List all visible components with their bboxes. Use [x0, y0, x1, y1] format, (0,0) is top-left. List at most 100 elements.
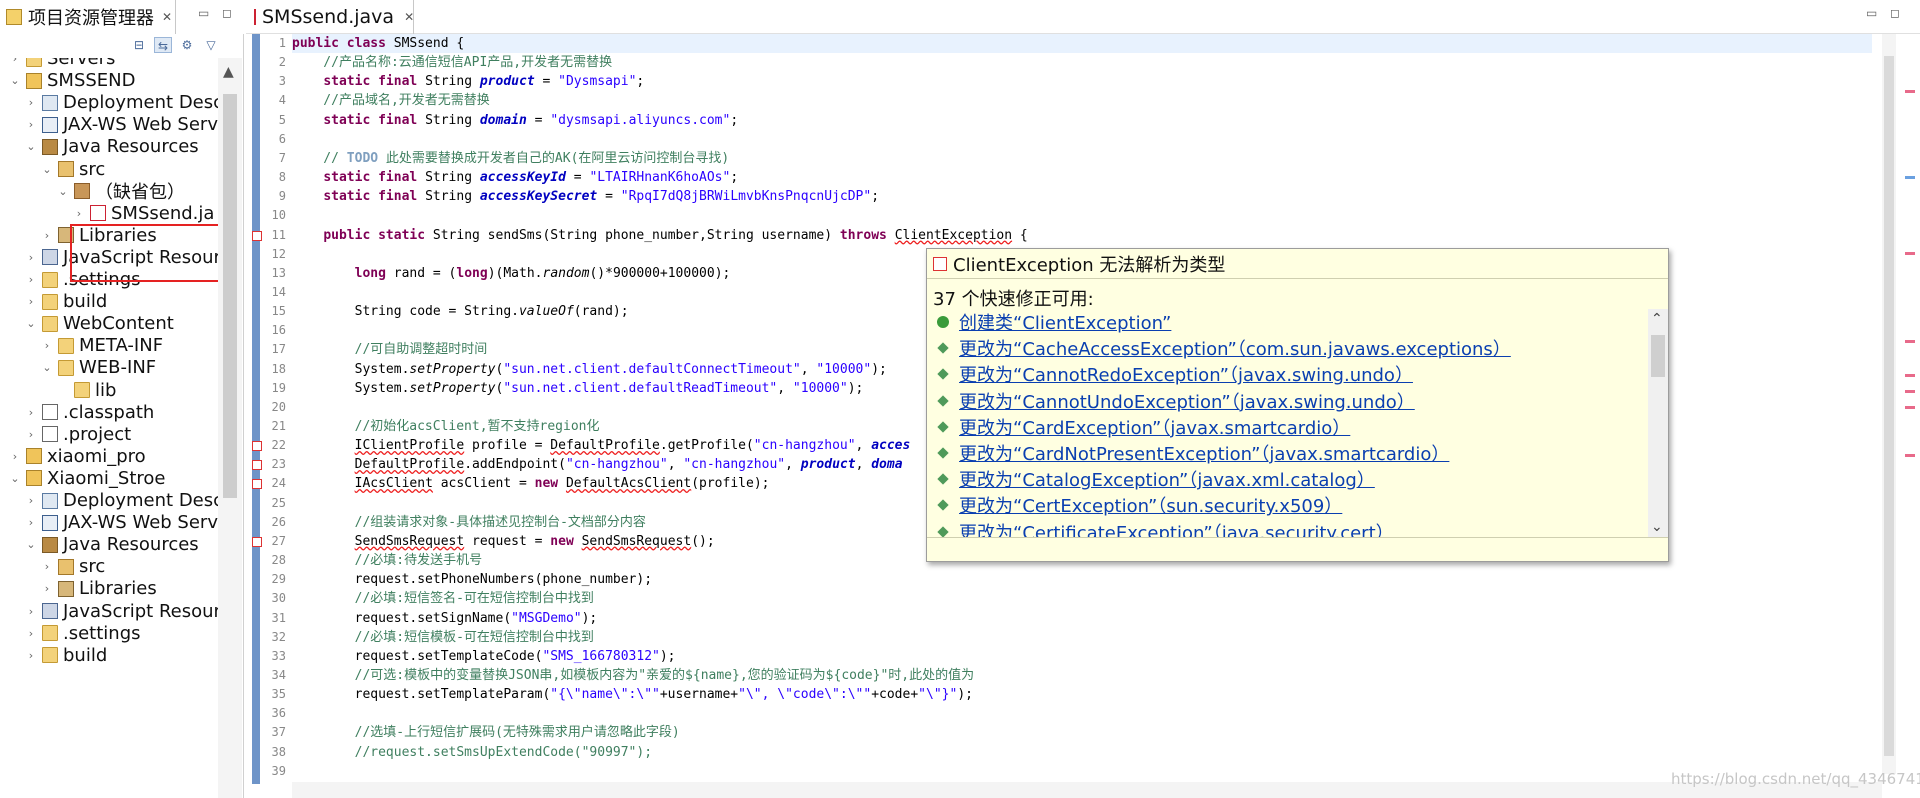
- chevron-down-icon[interactable]: ⌄: [40, 163, 54, 176]
- chevron-right-icon[interactable]: ›: [24, 295, 38, 308]
- code-line[interactable]: static final String accessKeyId = "LTAIR…: [292, 168, 738, 187]
- editor-vertical-scrollbar[interactable]: [1882, 34, 1896, 774]
- chevron-down-icon[interactable]: ⌄: [24, 317, 38, 330]
- filter-icon[interactable]: ⚙: [178, 37, 196, 53]
- chevron-right-icon[interactable]: ›: [8, 58, 22, 65]
- code-line[interactable]: //产品域名,开发者无需替换: [292, 91, 490, 110]
- chevron-right-icon[interactable]: ›: [24, 428, 38, 441]
- code-line[interactable]: SendSmsRequest request = new SendSmsRequ…: [292, 532, 715, 551]
- error-marker-icon[interactable]: [252, 230, 262, 241]
- quick-fix-link[interactable]: 更改为“CannotRedoException”（javax.swing.und…: [959, 361, 1413, 387]
- chevron-down-icon[interactable]: ⌄: [24, 538, 38, 551]
- quick-fix-link[interactable]: 更改为“CertException”（sun.security.x509）: [959, 492, 1342, 518]
- chevron-right-icon[interactable]: ›: [40, 560, 54, 573]
- tree-item[interactable]: › build: [24, 642, 107, 669]
- overview-marker[interactable]: [1905, 176, 1915, 179]
- close-icon[interactable]: ✕: [162, 10, 172, 24]
- explorer-scrollbar[interactable]: ▲: [218, 58, 242, 798]
- code-line[interactable]: IAcsClient acsClient = new DefaultAcsCli…: [292, 474, 770, 493]
- code-line[interactable]: //必填:待发送手机号: [292, 551, 482, 570]
- code-line[interactable]: System.setProperty("sun.net.client.defau…: [292, 360, 887, 379]
- code-line[interactable]: // TODO 此处需要替换成开发者自己的AK(在阿里云访问控制台寻找): [292, 149, 729, 168]
- code-line[interactable]: //初始化acsClient,暂不支持region化: [292, 417, 600, 436]
- code-line[interactable]: System.setProperty("sun.net.client.defau…: [292, 379, 864, 398]
- quick-fix-item[interactable]: 创建类“ClientException”: [937, 309, 1171, 335]
- code-line[interactable]: //选填-上行短信扩展码(无特殊需求用户请忽略此字段): [292, 723, 680, 742]
- overview-ruler[interactable]: [1902, 34, 1918, 774]
- overview-marker[interactable]: [1905, 90, 1915, 93]
- error-marker-icon[interactable]: [252, 441, 262, 452]
- quick-fix-link[interactable]: 更改为“CannotUndoException”（javax.swing.und…: [959, 388, 1415, 414]
- scrollbar-thumb[interactable]: [1884, 56, 1894, 756]
- quick-fix-item[interactable]: 更改为“CardNotPresentException”（javax.smart…: [937, 440, 1449, 466]
- tab-project-explorer[interactable]: 项目资源管理器 ✕: [0, 0, 176, 34]
- chevron-right-icon[interactable]: ›: [24, 96, 38, 109]
- code-line[interactable]: static final String domain = "dysmsapi.a…: [292, 111, 738, 130]
- code-line[interactable]: //产品名称:云通信短信API产品,开发者无需替换: [292, 53, 612, 72]
- chevron-right-icon[interactable]: ›: [40, 339, 54, 352]
- code-line[interactable]: request.setTemplateCode("SMS_166780312")…: [292, 647, 676, 666]
- code-line[interactable]: static final String accessKeySecret = "R…: [292, 187, 879, 206]
- error-marker-icon[interactable]: [252, 536, 262, 547]
- scrollbar-thumb[interactable]: [1651, 335, 1665, 377]
- code-line[interactable]: //必填:短信签名-可在短信控制台中找到: [292, 589, 594, 608]
- error-marker-icon[interactable]: [252, 460, 262, 471]
- chevron-right-icon[interactable]: ›: [8, 450, 22, 463]
- view-menu-icon[interactable]: ▽: [202, 37, 220, 53]
- scroll-up-icon[interactable]: ▲: [223, 64, 234, 80]
- maximize-icon[interactable]: ◻: [1890, 6, 1900, 20]
- editor-horizontal-scrollbar[interactable]: [292, 782, 1882, 798]
- minimize-icon[interactable]: ▭: [198, 6, 209, 20]
- chevron-right-icon[interactable]: ›: [24, 627, 38, 640]
- code-line[interactable]: request.setTemplateParam("{\"name\":\""+…: [292, 685, 973, 704]
- chevron-down-icon[interactable]: ⌄: [24, 140, 38, 153]
- code-line[interactable]: IClientProfile profile = DefaultProfile.…: [292, 436, 911, 455]
- quick-fix-item[interactable]: 更改为“CannotRedoException”（javax.swing.und…: [937, 361, 1413, 387]
- close-icon[interactable]: ✕: [404, 10, 414, 24]
- code-line[interactable]: //可选:模板中的变量替换JSON串,如模板内容为"亲爱的${name},您的验…: [292, 666, 975, 685]
- chevron-right-icon[interactable]: ›: [24, 406, 38, 419]
- error-marker-icon[interactable]: [252, 479, 262, 490]
- quick-fix-item[interactable]: 更改为“CertException”（sun.security.x509）: [937, 492, 1342, 518]
- tab-smssend-java[interactable]: SMSsend.java ✕: [246, 0, 414, 34]
- chevron-right-icon[interactable]: ›: [24, 649, 38, 662]
- chevron-up-icon[interactable]: ⌃: [1651, 311, 1663, 327]
- code-line[interactable]: String code = String.valueOf(rand);: [292, 302, 629, 321]
- code-line[interactable]: DefaultProfile.addEndpoint("cn-hangzhou"…: [292, 455, 903, 474]
- overview-marker[interactable]: [1905, 390, 1915, 393]
- code-line[interactable]: request.setPhoneNumbers(phone_number);: [292, 570, 652, 589]
- quick-fix-scrollbar[interactable]: ⌃ ⌄: [1648, 309, 1668, 537]
- quick-fix-link[interactable]: 更改为“CardNotPresentException”（javax.smart…: [959, 440, 1449, 466]
- code-line[interactable]: //必填:短信模板-可在短信控制台中找到: [292, 628, 594, 647]
- quick-fix-link[interactable]: 更改为“CatalogException”（javax.xml.catalog）: [959, 466, 1375, 492]
- chevron-right-icon[interactable]: ›: [24, 605, 38, 618]
- quick-fix-link[interactable]: 更改为“CardException”（javax.smartcardio）: [959, 414, 1350, 440]
- quick-fix-item[interactable]: 更改为“CannotUndoException”（javax.swing.und…: [937, 388, 1415, 414]
- quick-fix-link[interactable]: 更改为“CertificateException”（java.security.…: [959, 519, 1394, 537]
- quick-fix-item[interactable]: 更改为“CertificateException”（java.security.…: [937, 519, 1394, 537]
- chevron-right-icon[interactable]: ›: [24, 516, 38, 529]
- chevron-down-icon[interactable]: ⌄: [8, 472, 22, 485]
- chevron-down-icon[interactable]: ⌄: [8, 74, 22, 87]
- quick-fix-item[interactable]: 更改为“CardException”（javax.smartcardio）: [937, 414, 1350, 440]
- quick-fix-link[interactable]: 更改为“CacheAccessException”（com.sun.javaws…: [959, 335, 1511, 361]
- code-line[interactable]: public class SMSsend {: [292, 34, 1872, 53]
- chevron-right-icon[interactable]: ›: [24, 494, 38, 507]
- minimize-icon[interactable]: ▭: [1866, 6, 1877, 20]
- chevron-right-icon[interactable]: ›: [72, 207, 86, 220]
- quick-fix-item[interactable]: 更改为“CacheAccessException”（com.sun.javaws…: [937, 335, 1511, 361]
- code-line[interactable]: //request.setSmsUpExtendCode("90997");: [292, 743, 652, 762]
- overview-marker[interactable]: [1905, 340, 1915, 343]
- chevron-right-icon[interactable]: ›: [24, 118, 38, 131]
- link-with-editor-icon[interactable]: ⇆: [154, 37, 172, 53]
- code-line[interactable]: public static String sendSms(String phon…: [292, 226, 1027, 245]
- code-line[interactable]: //组装请求对象-具体描述见控制台-文档部分内容: [292, 513, 646, 532]
- overview-marker[interactable]: [1905, 252, 1915, 255]
- quick-fix-link[interactable]: 创建类“ClientException”: [959, 309, 1171, 335]
- chevron-down-icon[interactable]: ⌄: [40, 361, 54, 374]
- overview-marker[interactable]: [1905, 454, 1915, 457]
- overview-marker[interactable]: [1905, 374, 1915, 377]
- chevron-right-icon[interactable]: ›: [40, 582, 54, 595]
- overview-marker[interactable]: [1905, 406, 1915, 409]
- chevron-down-icon[interactable]: ⌄: [1651, 519, 1663, 535]
